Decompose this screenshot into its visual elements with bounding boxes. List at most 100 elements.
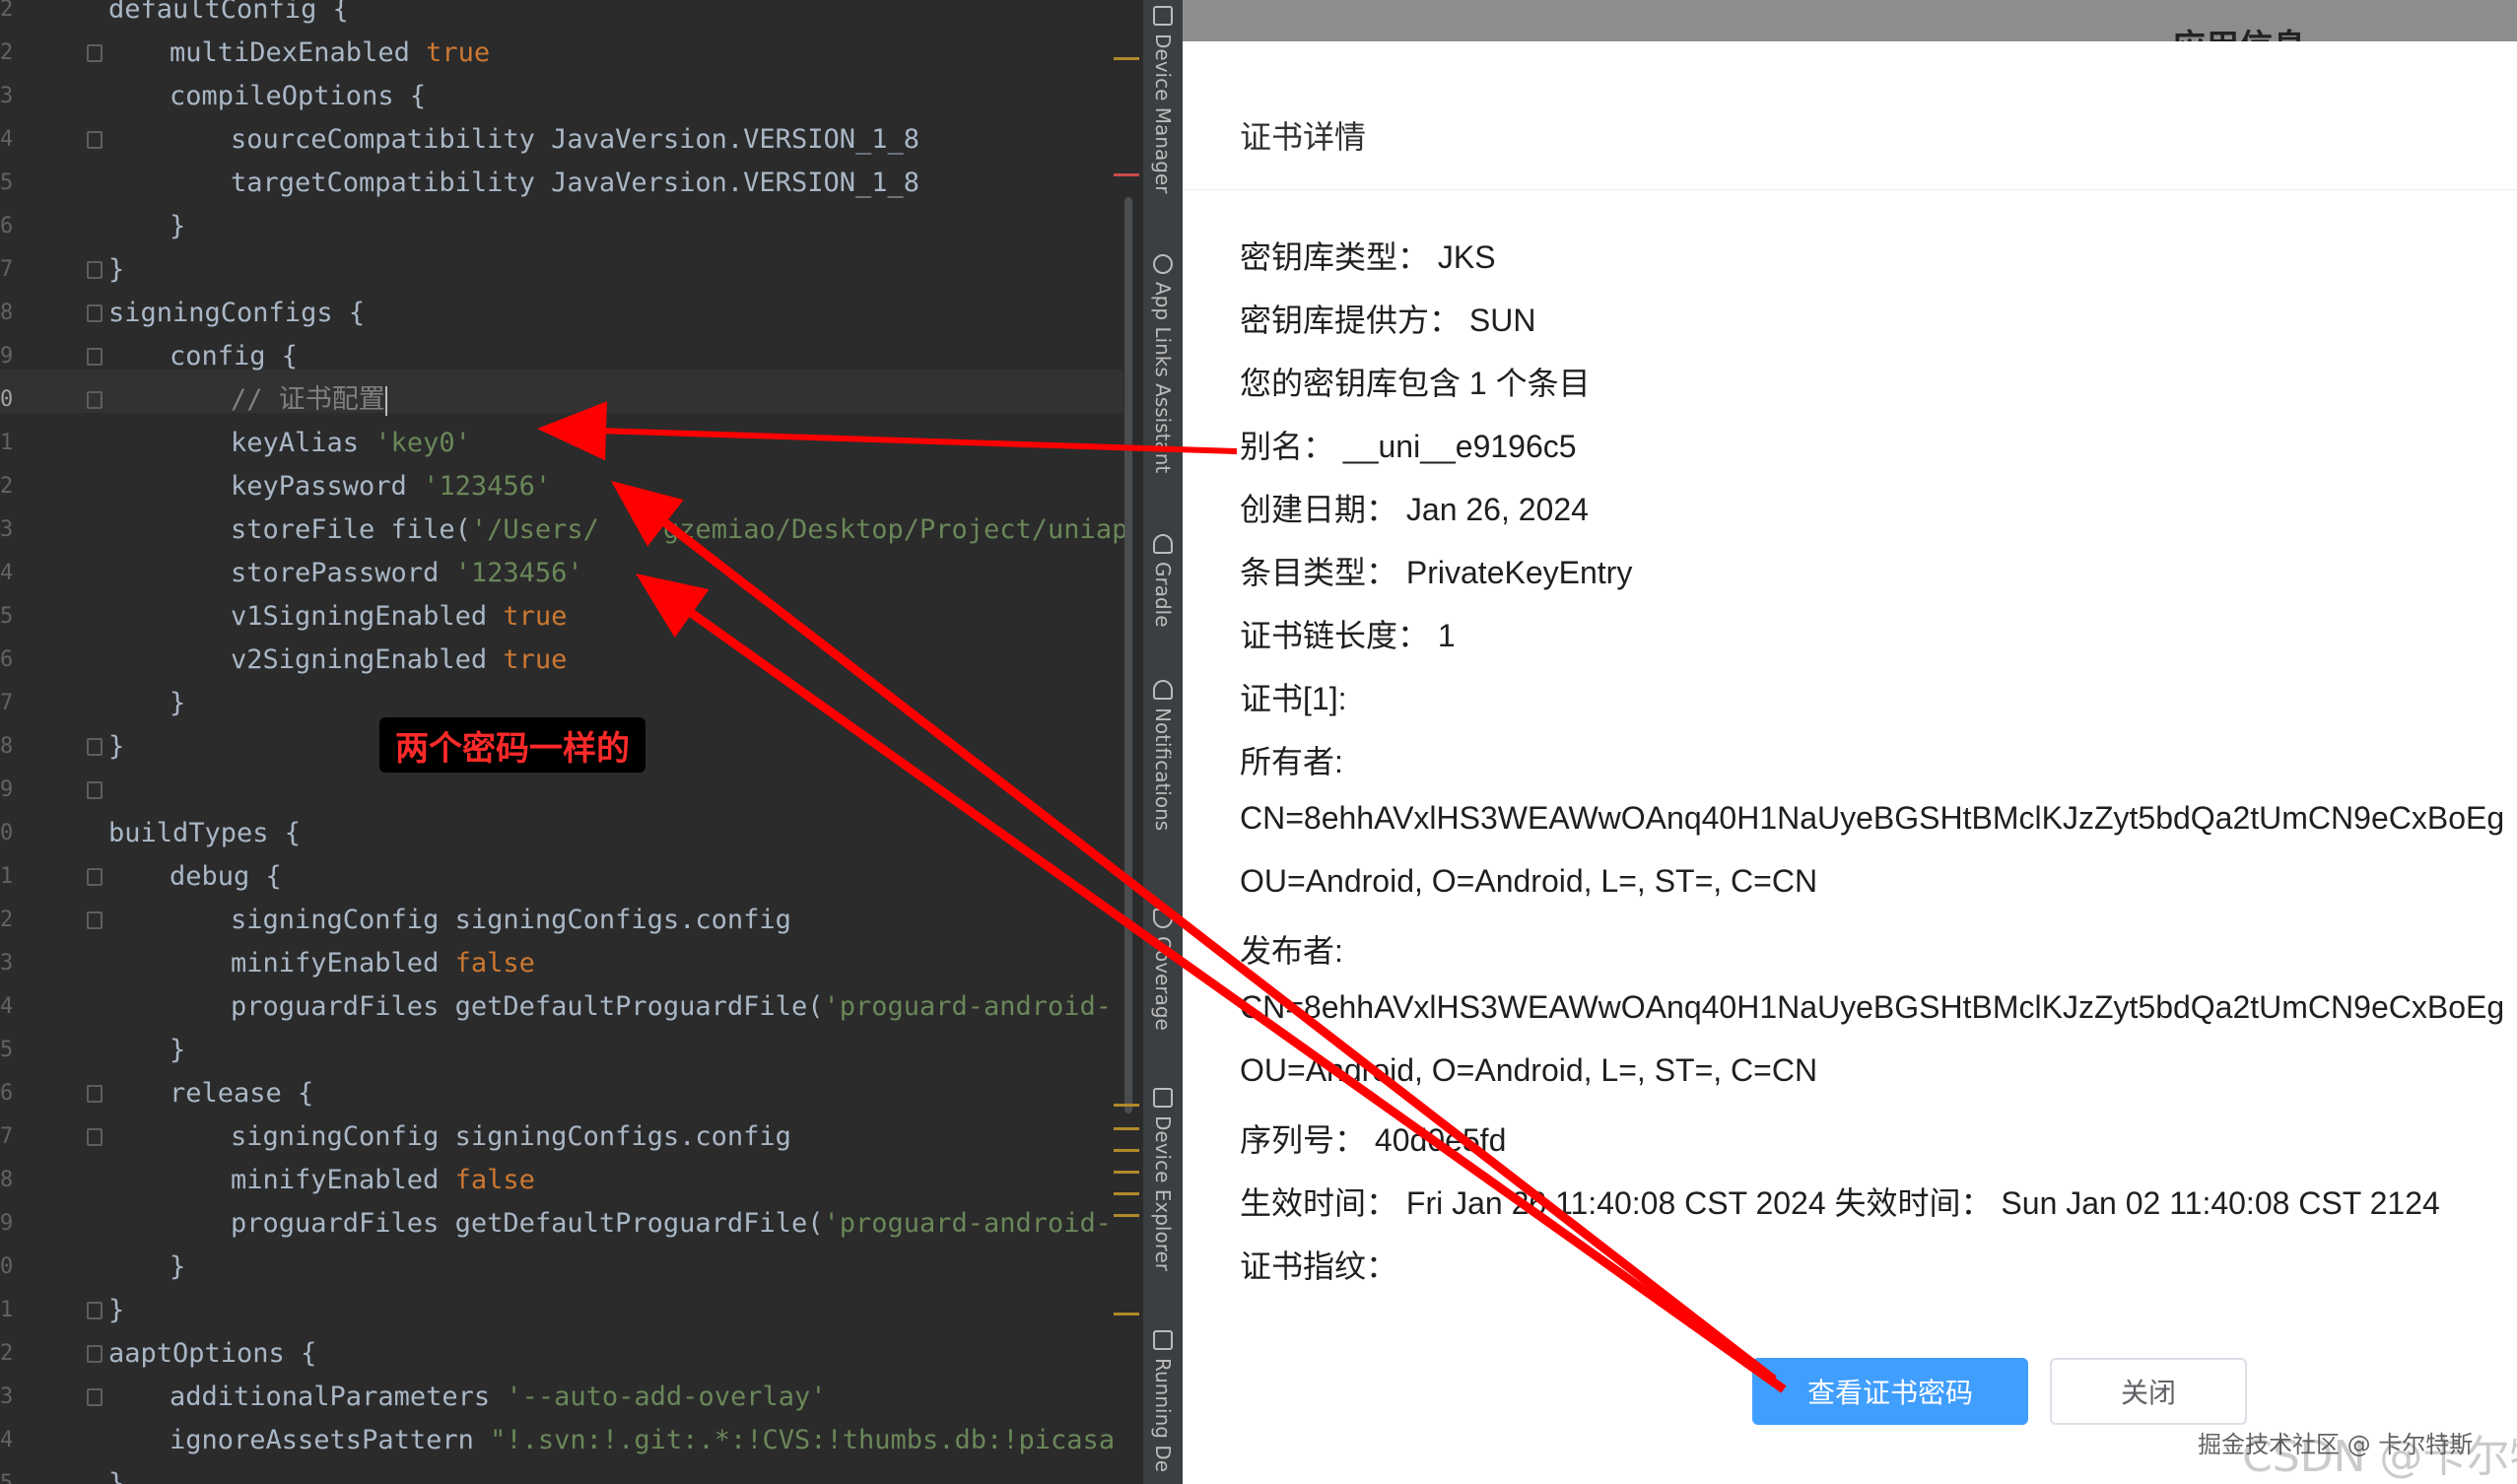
code-token: config { — [170, 341, 299, 371]
active-line-highlight — [0, 370, 1123, 413]
dialog-divider — [1183, 189, 2517, 190]
code-line[interactable]: } — [170, 682, 185, 725]
editor-scrollbar[interactable] — [1124, 197, 1132, 1113]
code-line[interactable]: keyPassword '123456' — [231, 465, 551, 508]
fold-marker-icon[interactable] — [87, 1128, 102, 1146]
warning-marker[interactable] — [1114, 1171, 1139, 1174]
warning-marker[interactable] — [1114, 57, 1139, 60]
fold-marker-icon[interactable] — [87, 1302, 102, 1319]
code-token: keyPassword — [231, 471, 424, 502]
code-line[interactable]: targetCompatibility JavaVersion.VERSION_… — [231, 162, 919, 205]
code-line[interactable]: storeFile file('/Users/ gzemiao/Desktop/… — [231, 508, 1127, 552]
fold-marker-icon[interactable] — [87, 868, 102, 886]
device-explorer-icon[interactable] — [1153, 1088, 1173, 1108]
code-line[interactable]: multiDexEnabled true — [170, 32, 490, 75]
fold-marker-icon[interactable] — [87, 44, 102, 62]
code-line[interactable]: proguardFiles getDefaultProguardFile('pr… — [231, 1202, 1112, 1246]
code-line[interactable]: signingConfig signingConfigs.config — [231, 1115, 791, 1159]
code-line[interactable]: v2SigningEnabled true — [231, 639, 567, 682]
code-line[interactable]: sourceCompatibility JavaVersion.VERSION_… — [231, 118, 919, 162]
warning-marker[interactable] — [1114, 1192, 1139, 1195]
issuer-cn: CN=8ehhAVxlHS3WEAWwOAnq40H1NaUyeBGSHtBMc… — [1240, 989, 2505, 1025]
gradle-icon[interactable] — [1153, 534, 1173, 554]
tool-device-manager[interactable]: Device Manager — [1151, 34, 1175, 193]
warning-marker[interactable] — [1114, 1127, 1139, 1130]
code-line[interactable]: } — [170, 1029, 185, 1072]
fold-marker-icon[interactable] — [87, 1085, 102, 1103]
code-token: '/Users/ — [470, 514, 599, 545]
fold-marker-icon[interactable] — [87, 781, 102, 799]
tool-running-devices[interactable]: Running De — [1151, 1358, 1175, 1472]
code-line[interactable]: minifyEnabled false — [231, 942, 535, 985]
code-line[interactable]: signingConfigs { — [108, 292, 365, 335]
code-line[interactable]: compileOptions { — [170, 75, 426, 118]
line-number: 3 — [0, 1384, 14, 1409]
code-line[interactable]: } — [170, 205, 185, 248]
fold-marker-icon[interactable] — [87, 1388, 102, 1406]
code-line[interactable]: } — [108, 1462, 124, 1484]
code-token: } — [108, 254, 125, 285]
code-line[interactable]: defaultConfig { — [108, 0, 349, 32]
error-marker[interactable] — [1114, 173, 1139, 176]
code-token: } — [170, 1251, 186, 1282]
fold-marker-icon[interactable] — [87, 261, 102, 279]
code-token: '--auto-add-overlay' — [506, 1382, 827, 1412]
dialog-title: 证书详情 — [1240, 118, 1367, 156]
warning-marker[interactable] — [1114, 1313, 1139, 1315]
code-token: 'proguard-android- — [823, 991, 1113, 1022]
fold-marker-icon[interactable] — [87, 348, 102, 366]
juejin-watermark: 掘金技术社区 @ 卡尔特斯 — [2198, 1431, 2474, 1458]
tool-device-explorer[interactable]: Device Explorer — [1151, 1115, 1175, 1271]
code-token: 'proguard-android- — [823, 1208, 1113, 1239]
tool-app-links-assistant[interactable]: App Links Assistant — [1151, 282, 1175, 473]
entry-type: 条目类型： PrivateKeyEntry — [1240, 555, 1633, 590]
line-number: 4 — [0, 561, 14, 585]
bell-icon[interactable] — [1153, 680, 1173, 700]
warning-marker[interactable] — [1114, 1149, 1139, 1152]
code-line[interactable]: additionalParameters '--auto-add-overlay… — [170, 1376, 826, 1419]
shield-icon[interactable] — [1153, 909, 1173, 928]
code-line[interactable]: } — [108, 1289, 124, 1332]
code-token: storeFile file( — [231, 514, 471, 545]
fold-marker-icon[interactable] — [87, 304, 102, 322]
code-line[interactable]: minifyEnabled false — [231, 1159, 535, 1202]
code-line[interactable]: config { — [170, 335, 298, 378]
tool-window-strip: Device Manager App Links Assistant Gradl… — [1143, 0, 1183, 1484]
tool-notifications[interactable]: Notifications — [1151, 708, 1175, 831]
code-line[interactable]: signingConfig signingConfigs.config — [231, 899, 791, 942]
code-line[interactable]: storePassword '123456' — [231, 552, 583, 595]
fold-marker-icon[interactable] — [87, 131, 102, 149]
code-line[interactable]: } — [170, 1246, 185, 1289]
fold-marker-icon[interactable] — [87, 391, 102, 409]
code-token: proguardFiles getDefaultProguardFile( — [231, 991, 824, 1022]
fold-marker-icon[interactable] — [87, 911, 102, 929]
code-line[interactable]: release { — [170, 1072, 313, 1115]
tool-gradle[interactable]: Gradle — [1151, 562, 1175, 628]
fold-marker-icon[interactable] — [87, 1345, 102, 1363]
code-token: } — [108, 1468, 125, 1484]
running-devices-icon[interactable] — [1153, 1330, 1173, 1350]
line-number: 8 — [0, 734, 14, 759]
code-line[interactable]: debug { — [170, 855, 282, 899]
code-line[interactable]: ignoreAssetsPattern "!.svn:!.git:.*:!CVS… — [170, 1419, 1115, 1462]
code-line[interactable]: proguardFiles getDefaultProguardFile('pr… — [231, 985, 1112, 1029]
code-line[interactable]: } — [108, 725, 124, 769]
code-line[interactable]: } — [108, 248, 124, 292]
code-line[interactable]: buildTypes { — [108, 812, 301, 855]
code-line[interactable]: v1SigningEnabled true — [231, 595, 567, 639]
device-manager-icon[interactable] — [1153, 6, 1173, 26]
warning-marker[interactable] — [1114, 1214, 1139, 1217]
code-token: multiDexEnabled — [170, 37, 427, 68]
line-number: 9 — [0, 777, 14, 802]
code-token: v2SigningEnabled — [231, 644, 504, 675]
link-icon[interactable] — [1153, 254, 1173, 274]
code-line[interactable]: aaptOptions { — [108, 1332, 316, 1376]
view-certificate-password-button[interactable]: 查看证书密码 — [1752, 1358, 2028, 1425]
warning-marker[interactable] — [1114, 1104, 1139, 1107]
tool-coverage[interactable]: Coverage — [1151, 936, 1175, 1031]
code-line[interactable]: keyAlias 'key0' — [231, 422, 471, 465]
line-number: 6 — [0, 1081, 14, 1106]
code-line[interactable]: // 证书配置 — [231, 378, 387, 422]
close-button[interactable]: 关闭 — [2050, 1358, 2247, 1425]
fold-marker-icon[interactable] — [87, 738, 102, 756]
